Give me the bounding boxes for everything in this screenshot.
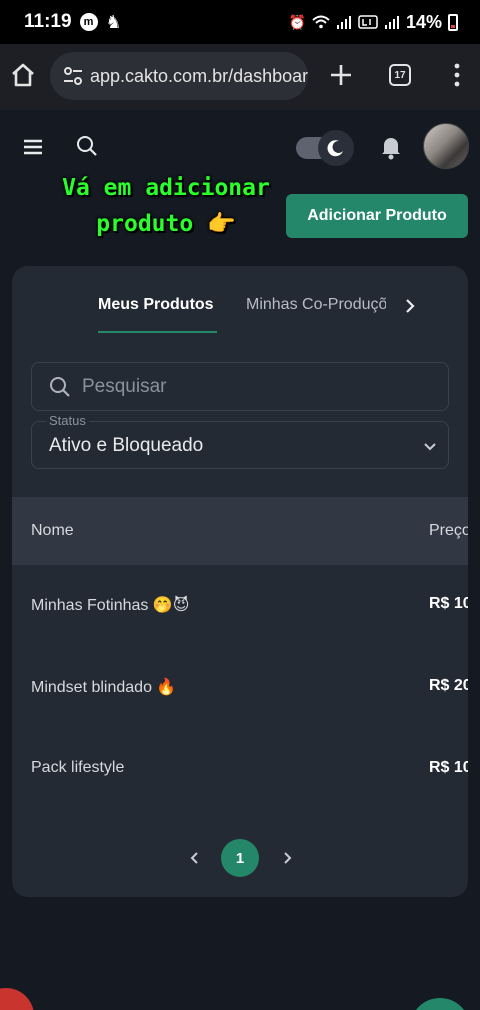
search-field-icon [50,376,70,397]
product-name[interactable]: Pack lifestyle [31,759,124,777]
battery-percent: 14% [405,11,442,32]
tab-switcher-button[interactable]: 17 [389,64,411,86]
chevron-right-icon[interactable] [400,296,420,316]
bell-icon[interactable] [380,134,402,160]
tabs-bar: Meus Produtos Minhas Co-Produções [12,266,468,336]
home-icon[interactable] [8,60,38,90]
active-tab-indicator [98,331,217,333]
status-bar-left: 11:19 m ♞ [24,11,122,33]
new-tab-icon[interactable] [326,60,356,90]
more-options-icon[interactable] [447,62,467,88]
annotation-line-1: Vá em adicionar [62,175,270,201]
search-field[interactable] [31,362,449,411]
hamburger-menu-icon[interactable] [22,137,46,157]
search-icon[interactable] [75,134,99,158]
table-header: Nome Preço [12,497,468,565]
chevron-left-icon[interactable] [186,849,204,867]
status-bar-right: ⏰ 14% [289,12,458,33]
wifi-icon [312,15,330,29]
status-select-value: Ativo e Bloqueado [49,435,204,456]
moon-icon [318,130,354,166]
add-product-button[interactable]: Adicionar Produto [286,194,468,238]
address-bar[interactable]: app.cakto.com.br/dashboard [50,52,308,100]
clock: 11:19 [24,11,72,32]
product-name[interactable]: Mindset blindado 🔥 [31,677,176,697]
column-header-name[interactable]: Nome [31,522,74,540]
product-name[interactable]: Minhas Fotinhas 🤭😈 [31,595,189,615]
browser-toolbar: app.cakto.com.br/dashboard 17 [0,44,480,110]
status-select-label: Status [46,413,89,428]
product-price: R$ 20 [429,677,468,694]
table-row[interactable]: Mindset blindado 🔥 R$ 20 [12,647,468,729]
status-bar: 11:19 m ♞ ⏰ 14% [0,0,480,44]
product-price: R$ 10 [429,759,468,776]
tab-my-coproductions[interactable]: Minhas Co-Produções [246,296,386,314]
battery-icon [448,13,458,31]
tutorial-annotation: Vá em adicionar produto 👉 [46,170,286,242]
table-row[interactable]: Minhas Fotinhas 🤭😈 R$ 10 [12,565,468,647]
table-row[interactable]: Pack lifestyle R$ 10 [12,729,468,811]
chevron-right-icon[interactable] [278,849,296,867]
signal-icon [336,16,351,29]
search-input[interactable] [82,375,422,398]
column-header-price[interactable]: Preço [429,522,468,540]
theme-toggle[interactable] [296,130,356,166]
status-select[interactable]: Status Ativo e Bloqueado [31,413,449,469]
alarm-icon: ⏰ [288,13,306,30]
tab-my-products[interactable]: Meus Produtos [98,296,214,314]
notification-app-icon: m [79,13,98,31]
signal-icon-2 [384,16,399,29]
pagination: 1 [12,836,468,880]
avatar[interactable] [423,123,469,169]
chevron-down-icon [424,443,436,451]
page-button-current[interactable]: 1 [221,839,259,877]
floating-chat-button[interactable] [410,998,470,1010]
annotation-line-2: produto 👉 [96,211,236,237]
notification-icon: ♞ [105,11,122,32]
volte-icon [358,15,378,29]
floating-button-left[interactable] [0,988,34,1010]
site-settings-icon[interactable] [62,65,84,87]
url-text: app.cakto.com.br/dashboard [90,65,308,86]
products-card: Meus Produtos Minhas Co-Produções Status… [12,266,468,897]
product-price: R$ 10 [429,595,468,612]
